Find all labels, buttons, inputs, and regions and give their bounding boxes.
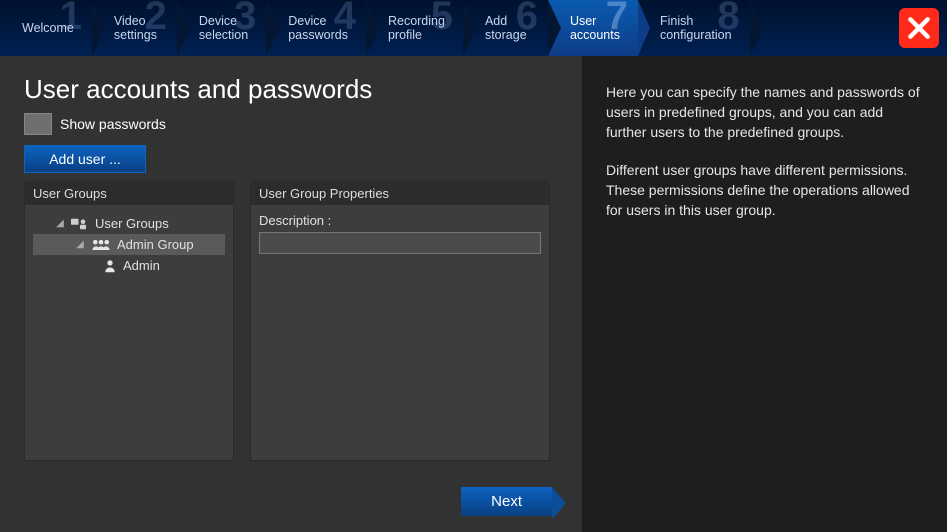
checkbox-box[interactable] bbox=[24, 113, 52, 135]
group-icon bbox=[91, 238, 111, 252]
show-passwords-label: Show passwords bbox=[60, 116, 166, 132]
expand-icon[interactable]: ◢ bbox=[75, 239, 85, 250]
user-groups-tree: ◢ User Groups ◢ Admin Group Admin bbox=[25, 205, 233, 459]
user-group-properties-panel: User Group Properties Description : bbox=[250, 181, 550, 461]
help-paragraph-1: Here you can specify the names and passw… bbox=[606, 82, 923, 142]
description-input[interactable] bbox=[259, 232, 541, 254]
step-finish-configuration[interactable]: 8 Finish configuration bbox=[638, 0, 750, 56]
content-pane: User accounts and passwords Show passwor… bbox=[0, 56, 582, 532]
description-label: Description : bbox=[259, 213, 541, 228]
step-user-accounts[interactable]: 7 User accounts bbox=[548, 0, 638, 56]
step-recording-profile[interactable]: 5 Recording profile bbox=[366, 0, 463, 56]
next-button[interactable]: Next bbox=[461, 487, 552, 516]
close-icon bbox=[906, 15, 932, 41]
step-welcome[interactable]: 1 Welcome bbox=[0, 0, 92, 56]
add-user-button[interactable]: Add user ... bbox=[24, 145, 146, 173]
wizard-stepper: 1 Welcome 2 Video settings 3 Device sele… bbox=[0, 0, 947, 56]
close-button[interactable] bbox=[899, 8, 939, 48]
tree-group-label: Admin Group bbox=[117, 237, 194, 252]
tree-root-label: User Groups bbox=[95, 216, 169, 231]
step-device-selection[interactable]: 3 Device selection bbox=[177, 0, 266, 56]
user-icon bbox=[103, 259, 117, 273]
tree-node-admin-user[interactable]: Admin bbox=[33, 255, 225, 276]
properties-panel-title: User Group Properties bbox=[251, 182, 549, 205]
expand-icon[interactable]: ◢ bbox=[55, 218, 65, 229]
show-passwords-checkbox[interactable]: Show passwords bbox=[24, 113, 558, 135]
tree-root-user-groups[interactable]: ◢ User Groups bbox=[33, 213, 225, 234]
help-paragraph-2: Different user groups have different per… bbox=[606, 160, 923, 220]
tree-user-label: Admin bbox=[123, 258, 160, 273]
tree-node-admin-group[interactable]: ◢ Admin Group bbox=[33, 234, 225, 255]
groups-icon bbox=[71, 217, 89, 231]
page-title: User accounts and passwords bbox=[24, 74, 558, 105]
user-groups-panel: User Groups ◢ User Groups ◢ Admin Group bbox=[24, 181, 234, 461]
user-groups-panel-title: User Groups bbox=[25, 182, 233, 205]
step-device-passwords[interactable]: 4 Device passwords bbox=[266, 0, 366, 56]
help-pane: Here you can specify the names and passw… bbox=[582, 56, 947, 532]
